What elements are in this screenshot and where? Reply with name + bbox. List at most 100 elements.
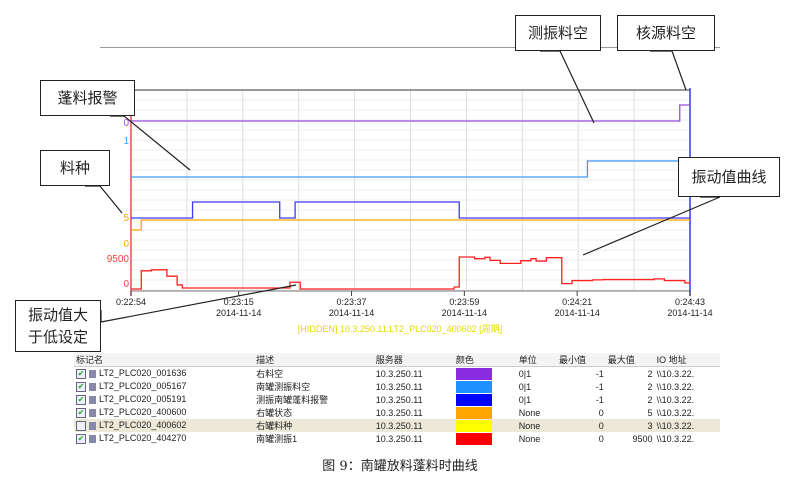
visibility-checkbox[interactable]: ✔ [76, 394, 86, 405]
callout-clog-alarm: 蓬料报警 [40, 80, 135, 116]
axis-label-orange-0: 0 [123, 239, 129, 250]
x-tick-label: 0:22:54 [96, 297, 166, 308]
tick-time: 0:24:21 [562, 297, 593, 307]
color-swatch[interactable] [455, 393, 492, 406]
visibility-checkbox[interactable]: ✔ [76, 407, 86, 418]
color-swatch[interactable] [455, 432, 492, 445]
max-value: 2 [647, 381, 653, 392]
tag-icon [89, 434, 96, 443]
callout-probe-empty: 测振料空 [515, 15, 601, 51]
tag-name: LT2_PLC020_005167 [99, 381, 187, 392]
column-header[interactable]: IO 地址 [654, 353, 720, 367]
axis-label-blue-1: 1 [123, 136, 129, 147]
axis-label-red-9500: 9500 [106, 254, 129, 265]
color-swatch[interactable] [455, 419, 492, 432]
column-header[interactable]: 服务器 [373, 353, 454, 367]
tick-date: 2014-11-14 [554, 308, 600, 318]
server: 10.3.250.11 [375, 420, 423, 431]
table-row[interactable]: ✔ LT2_PLC020_400600 右罐状态 10.3.250.11 None… [74, 406, 720, 419]
unit: 0|1 [518, 368, 532, 379]
unit: 0|1 [518, 394, 532, 405]
column-header[interactable]: 最大值 [605, 353, 655, 367]
description: 右罐料种 [256, 421, 293, 431]
max-value: 5 [647, 407, 653, 418]
description: 右料空 [256, 369, 284, 379]
visibility-checkbox[interactable]: ✔ [76, 368, 86, 379]
callout-vibration-curve: 振动值曲线 [678, 157, 780, 197]
min-value: 0 [598, 407, 604, 418]
color-swatch[interactable] [455, 380, 492, 393]
server: 10.3.250.11 [375, 368, 423, 379]
column-header[interactable]: 描述 [254, 353, 374, 367]
x-tick-label: 0:24:21 2014-11-14 [542, 297, 612, 319]
tag-name: LT2_PLC020_404270 [99, 433, 187, 444]
unit: None [518, 433, 541, 444]
x-tick-label: 0:24:43 2014-11-14 [655, 297, 725, 319]
unit: None [518, 407, 541, 418]
min-value: -1 [595, 368, 604, 379]
unit: None [518, 420, 541, 431]
max-value: 2 [647, 394, 653, 405]
color-swatch[interactable] [455, 406, 492, 419]
axis-label-orange-5: 5 [123, 213, 129, 224]
axis-label-red-0: 0 [123, 279, 129, 290]
table-row[interactable]: ✔ LT2_PLC020_005191 测振南罐蓬料报警 10.3.250.11 … [74, 393, 720, 406]
tag-name: LT2_PLC020_001636 [99, 368, 187, 379]
tag-icon [89, 382, 96, 391]
server: 10.3.250.11 [375, 394, 423, 405]
visibility-checkbox[interactable] [76, 420, 86, 431]
tick-time: 0:23:59 [449, 297, 480, 307]
visibility-checkbox[interactable]: ✔ [76, 433, 86, 444]
column-header[interactable]: 最小值 [556, 353, 606, 367]
column-header[interactable]: 标记名 [74, 353, 255, 367]
tick-time: 0:23:15 [223, 297, 254, 307]
server: 10.3.250.11 [375, 381, 423, 392]
tag-name: LT2_PLC020_400600 [99, 407, 187, 418]
tick-time: 0:22:54 [115, 297, 147, 307]
min-value: -1 [595, 394, 604, 405]
axis-label-purple-0: 0 [123, 118, 129, 129]
description: 测振南罐蓬料报警 [256, 395, 329, 405]
table-row[interactable]: LT2_PLC020_400602 右罐料种 10.3.250.11 None … [74, 419, 720, 432]
visibility-checkbox[interactable]: ✔ [76, 381, 86, 392]
tag-icon [89, 408, 96, 417]
max-value: 9500 [632, 433, 653, 444]
color-swatch[interactable] [455, 367, 492, 380]
tag-icon [89, 421, 96, 430]
callout-vibration-over-low: 振动值大 于低设定 [15, 300, 101, 352]
tag-icon [89, 395, 96, 404]
x-tick-label: 0:23:59 2014-11-14 [429, 297, 499, 319]
description: 南罐测振1 [256, 434, 298, 444]
tick-date: 2014-11-14 [667, 308, 713, 318]
unit: 0|1 [518, 381, 532, 392]
table-row[interactable]: ✔ LT2_PLC020_404270 南罐测振1 10.3.250.11 Non… [74, 432, 720, 445]
io-address: \\10.3.22. [656, 433, 695, 444]
tick-time: 0:23:37 [336, 297, 367, 307]
io-address: \\10.3.22. [656, 381, 695, 392]
max-value: 3 [647, 420, 653, 431]
x-tick-label: 0:23:37 2014-11-14 [317, 297, 387, 319]
figure-caption: 图 9：南罐放料蓬料时曲线 [322, 459, 478, 474]
io-address: \\10.3.22. [656, 394, 695, 405]
column-header[interactable]: 单位 [516, 353, 557, 367]
min-value: 0 [598, 420, 604, 431]
io-address: \\10.3.22. [656, 420, 695, 431]
table-row[interactable]: ✔ LT2_PLC020_005167 南罐测振料空 10.3.250.11 0|… [74, 380, 720, 393]
callout-pointer [650, 50, 687, 91]
x-tick-label: 0:23:15 2014-11-14 [204, 297, 274, 319]
callout-material-type: 料种 [40, 150, 110, 186]
tick-date: 2014-11-14 [328, 308, 375, 318]
tag-icon [89, 369, 96, 378]
tick-date: 2014-11-14 [216, 308, 262, 318]
server: 10.3.250.11 [375, 433, 423, 444]
callout-nuclear-empty: 核源料空 [617, 15, 715, 51]
column-header[interactable]: 颜色 [453, 353, 517, 367]
max-value: 2 [647, 368, 653, 379]
tick-date: 2014-11-14 [441, 308, 488, 318]
tick-time: 0:24:43 [674, 297, 706, 307]
description: 右罐状态 [256, 408, 293, 418]
callout-pointer [85, 185, 123, 214]
description: 南罐测振料空 [256, 382, 311, 392]
server: 10.3.250.11 [375, 407, 423, 418]
table-row[interactable]: ✔ LT2_PLC020_001636 右料空 10.3.250.11 0|1 -… [74, 367, 720, 381]
